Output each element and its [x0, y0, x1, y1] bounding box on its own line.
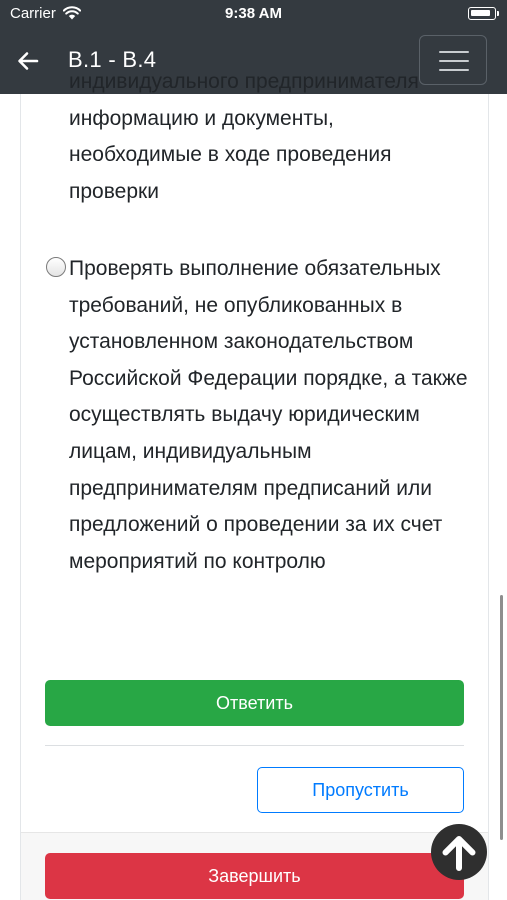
hamburger-icon-line — [439, 60, 469, 62]
skip-button[interactable]: Пропустить — [257, 767, 464, 813]
hamburger-icon-line — [439, 51, 469, 53]
answer-option-text[interactable]: Проверять выполнение обязательных требов… — [69, 251, 469, 580]
question-card: индивидуального предпринимателя информац… — [20, 70, 489, 900]
app-screen: Carrier 9:38 AM В.1 - В.4 индивидуальног… — [0, 0, 507, 900]
status-time: 9:38 AM — [225, 5, 282, 22]
status-bar: Carrier 9:38 AM — [0, 0, 507, 28]
finish-button[interactable]: Завершить — [45, 853, 464, 899]
answer-option-radio[interactable] — [46, 257, 66, 277]
arrow-up-icon — [442, 836, 476, 871]
scroll-to-top-button[interactable] — [431, 824, 487, 880]
divider — [45, 745, 464, 746]
battery-icon — [468, 7, 499, 20]
answer-button[interactable]: Ответить — [45, 680, 464, 726]
arrow-left-icon[interactable] — [17, 50, 39, 72]
scrollbar[interactable] — [500, 595, 503, 840]
answer-option-text: индивидуального предпринимателя информац… — [69, 70, 419, 203]
